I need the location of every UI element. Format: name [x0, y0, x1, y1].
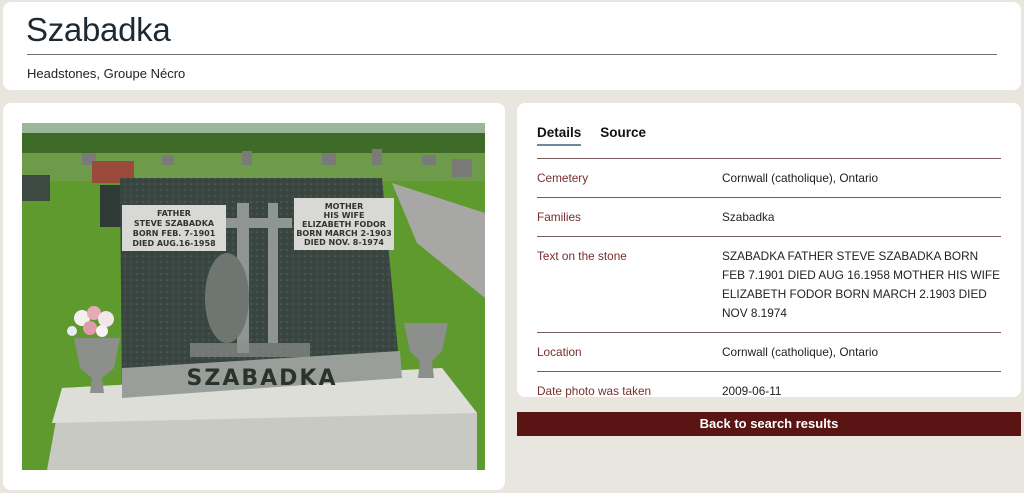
plaque-right-line-2: HIS WIFE — [324, 211, 365, 220]
plaque-left-line-3: BORN FEB. 7-1901 — [133, 229, 216, 238]
details-table: Cemetery Cornwall (catholique), Ontario … — [537, 158, 1001, 410]
details-row-text-on-stone: Text on the stone SZABADKA FATHER STEVE … — [537, 237, 1001, 333]
tab-source[interactable]: Source — [600, 125, 646, 146]
page-title: Szabadka — [26, 11, 171, 48]
plaque-left-line-2: STEVE SZABADKA — [134, 219, 215, 228]
details-row-cemetery: Cemetery Cornwall (catholique), Ontario — [537, 159, 1001, 198]
stone-family-name: SZABADKA — [187, 366, 338, 391]
breadcrumb: Headstones, Groupe Nécro — [27, 66, 186, 81]
detail-label: Date photo was taken — [537, 384, 652, 398]
detail-value: Cornwall (catholique), Ontario — [722, 171, 879, 185]
plaque-left-line-1: FATHER — [157, 209, 191, 218]
header-card: Szabadka Headstones, Groupe Nécro — [3, 2, 1021, 90]
tab-bar: Details Source — [537, 125, 646, 146]
detail-label: Location — [537, 345, 582, 359]
details-row-date-photo: Date photo was taken 2009-06-11 — [537, 372, 1001, 410]
plaque-right-line-5: DIED NOV. 8-1974 — [304, 238, 384, 247]
title-divider — [27, 54, 997, 55]
photo-card: FATHER STEVE SZABADKA BORN FEB. 7-1901 D… — [3, 103, 505, 490]
plaque-right-line-1: MOTHER — [325, 202, 364, 211]
detail-value: 2009-06-11 — [722, 384, 782, 398]
back-to-search-button[interactable]: Back to search results — [517, 412, 1021, 436]
detail-label: Families — [537, 210, 581, 224]
plaque-right-line-3: ELIZABETH FODOR — [302, 220, 386, 229]
details-card: Details Source Cemetery Cornwall (cathol… — [517, 103, 1021, 398]
headstone-photo[interactable]: FATHER STEVE SZABADKA BORN FEB. 7-1901 D… — [22, 123, 485, 470]
plaque-left-line-4: DIED AUG.16-1958 — [132, 239, 216, 248]
detail-value: Cornwall (catholique), Ontario — [722, 345, 879, 359]
detail-label: Text on the stone — [537, 249, 627, 263]
tab-details[interactable]: Details — [537, 125, 582, 146]
plaque-right-line-4: BORN MARCH 2-1903 — [296, 229, 391, 238]
details-row-location: Location Cornwall (catholique), Ontario — [537, 333, 1001, 372]
detail-value: Szabadka — [722, 210, 775, 224]
details-row-families: Families Szabadka — [537, 198, 1001, 237]
detail-value: SZABADKA FATHER STEVE SZABADKA BORN FEB … — [722, 249, 1000, 320]
detail-label: Cemetery — [537, 171, 589, 185]
